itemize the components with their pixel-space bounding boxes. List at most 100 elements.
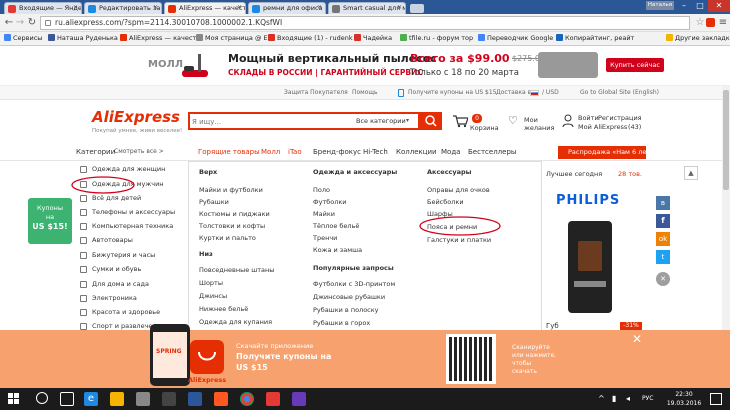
bookmark-apps[interactable]: Сервисы bbox=[4, 34, 42, 42]
flyout-link[interactable]: Шорты bbox=[199, 279, 223, 287]
heart-icon[interactable]: ♡ bbox=[508, 114, 518, 127]
bookmark-item[interactable]: tfile.ru - форум тор bbox=[400, 34, 473, 42]
file-explorer-icon[interactable] bbox=[110, 392, 124, 406]
flyout-link[interactable]: Футболки с 3D-принтом bbox=[313, 280, 395, 288]
flyout-link[interactable]: Рубашки в горох bbox=[313, 319, 370, 327]
minimize-icon[interactable]: – bbox=[676, 0, 692, 12]
extension-icon[interactable] bbox=[706, 18, 715, 27]
close-tab-icon[interactable]: ✕ bbox=[153, 4, 158, 11]
category-select[interactable]: Все категории bbox=[356, 117, 406, 125]
cart-icon[interactable] bbox=[452, 114, 468, 128]
browser-tab[interactable]: Редактировать запись < ✕ bbox=[84, 2, 162, 14]
tray-chevron-icon[interactable]: ^ bbox=[598, 394, 605, 403]
login-link[interactable]: Войти bbox=[578, 114, 599, 122]
profile-button[interactable]: Наталья bbox=[646, 1, 674, 10]
category-item[interactable]: Для дома и сада bbox=[80, 278, 180, 291]
aliexpress-logo[interactable]: AliExpress bbox=[92, 108, 180, 126]
facebook-share-icon[interactable]: f bbox=[656, 214, 670, 228]
word-icon[interactable] bbox=[188, 392, 202, 406]
wishlist-label-1[interactable]: Мои bbox=[524, 116, 538, 124]
browser-tab-active[interactable]: AliExpress — качественн ✕ bbox=[164, 2, 246, 14]
close-tab-icon[interactable]: ✕ bbox=[237, 4, 242, 11]
reload-icon[interactable]: ↻ bbox=[26, 17, 38, 29]
buyer-protection-link[interactable]: Защита Покупателя bbox=[284, 89, 348, 96]
bookmark-item[interactable]: AliExpress — качеств bbox=[120, 34, 200, 42]
category-item[interactable]: Бижутерия и часы bbox=[80, 249, 180, 262]
category-item[interactable]: Телефоны и аксессуары bbox=[80, 206, 180, 219]
language-indicator[interactable]: РУС bbox=[642, 395, 653, 402]
coupon-side-badge[interactable]: Купоны на US $15! bbox=[28, 198, 72, 244]
menu-icon[interactable]: ≡ bbox=[717, 17, 729, 29]
flyout-link[interactable]: Поло bbox=[313, 186, 330, 194]
ship-to-label[interactable]: Доставка в bbox=[496, 89, 531, 96]
coupon-link[interactable]: Получите купоны на US $15 bbox=[408, 89, 497, 96]
close-tab-icon[interactable]: ✕ bbox=[317, 4, 322, 11]
flyout-heading-accessories[interactable]: Аксессуары bbox=[427, 168, 472, 176]
nav-link-hot[interactable]: Горящие товары bbox=[198, 148, 260, 156]
bookmark-item[interactable]: Копирайтинг, реайт bbox=[556, 34, 634, 42]
category-item[interactable]: Компьютерная техника bbox=[80, 220, 180, 233]
category-item[interactable]: Автотовары bbox=[80, 234, 180, 247]
flyout-link[interactable]: Джинсы bbox=[199, 292, 227, 300]
app-icon[interactable] bbox=[292, 392, 306, 406]
close-tab-icon[interactable]: ✕ bbox=[73, 4, 78, 11]
other-bookmarks[interactable]: Другие закладки bbox=[666, 34, 730, 42]
feedback-icon[interactable]: ▲ bbox=[684, 166, 698, 180]
notifications-icon[interactable] bbox=[710, 393, 722, 405]
wishlist-label-2[interactable]: желания bbox=[524, 124, 554, 132]
close-banner-icon[interactable]: ✕ bbox=[632, 332, 642, 346]
nav-link-itao[interactable]: iTao bbox=[288, 148, 302, 156]
flyout-link[interactable]: Рубашки в полоску bbox=[313, 306, 379, 314]
help-link[interactable]: Помощь bbox=[352, 89, 378, 96]
flyout-link[interactable]: Одежда для купания bbox=[199, 318, 272, 326]
flyout-heading-clothing[interactable]: Одежда и аксессуары bbox=[313, 168, 397, 176]
promo-banner[interactable]: МОЛЛ Мощный вертикальный пылесос СКЛАДЫ … bbox=[0, 46, 730, 86]
flyout-link[interactable]: Рубашки bbox=[199, 198, 229, 206]
my-aliexpress-link[interactable]: Мой AliExpress bbox=[578, 123, 627, 131]
task-view-icon[interactable] bbox=[60, 392, 74, 406]
search-icon[interactable] bbox=[36, 392, 48, 404]
clock-date[interactable]: 19.03.2016 bbox=[664, 400, 704, 407]
flyout-link[interactable]: Кожа и замша bbox=[313, 246, 362, 254]
clock-time[interactable]: 22:30 bbox=[664, 391, 704, 398]
flyout-heading-tops[interactable]: Верх bbox=[199, 168, 217, 176]
currency-selector[interactable]: / USD bbox=[542, 89, 559, 96]
edge-icon[interactable]: e bbox=[84, 392, 98, 406]
nav-link-fashion[interactable]: Мода bbox=[441, 148, 460, 156]
search-button[interactable] bbox=[420, 112, 442, 130]
flyout-heading-popular[interactable]: Популярные запросы bbox=[313, 264, 394, 272]
flyout-heading-bottoms[interactable]: Низ bbox=[199, 250, 213, 258]
new-tab-button[interactable] bbox=[410, 4, 424, 13]
flyout-link[interactable]: Футболки bbox=[313, 198, 347, 206]
search-input[interactable] bbox=[192, 115, 342, 128]
see-all-link[interactable]: Смотреть все > bbox=[114, 148, 164, 155]
qr-code-image[interactable] bbox=[446, 334, 496, 384]
browser-tab[interactable]: Входящие — Яндекс.Почт ✕ bbox=[4, 2, 82, 14]
flyout-link[interactable]: Оправы для очков bbox=[427, 186, 490, 194]
vk-share-icon[interactable]: в bbox=[656, 196, 670, 210]
store-icon[interactable] bbox=[136, 392, 150, 406]
nav-link-mall[interactable]: Молл bbox=[261, 148, 280, 156]
flyout-link[interactable]: Костюмы и пиджаки bbox=[199, 210, 270, 218]
twitter-share-icon[interactable]: t bbox=[656, 250, 670, 264]
browser-tab[interactable]: Smart casual для мужчи ✕ bbox=[328, 2, 406, 14]
global-site-link[interactable]: Go to Global Site (English) bbox=[580, 89, 659, 96]
flyout-link[interactable]: Джинсовые рубашки bbox=[313, 293, 385, 301]
odnoklassniki-share-icon[interactable]: ok bbox=[656, 232, 670, 246]
page-scrollbar[interactable] bbox=[722, 86, 730, 330]
flyout-link[interactable]: Тёплое бельё bbox=[313, 222, 359, 230]
network-icon[interactable]: ▮ bbox=[612, 394, 616, 403]
flyout-link[interactable]: Толстовки и кофты bbox=[199, 222, 265, 230]
app-icon[interactable] bbox=[214, 392, 228, 406]
bookmark-item[interactable]: Моя страница @ EK bbox=[196, 34, 272, 42]
coffee-machine-product-image[interactable] bbox=[568, 221, 612, 313]
scrollbar-thumb[interactable] bbox=[723, 90, 729, 190]
sale-badge[interactable]: Распродажа «Нам 6 лет» bbox=[558, 146, 654, 159]
bookmark-item[interactable]: Чадейка bbox=[354, 34, 392, 42]
flyout-link[interactable]: Бейсболки bbox=[427, 198, 464, 206]
category-item[interactable]: Сумки и обувь bbox=[80, 263, 180, 276]
nav-link-bestsellers[interactable]: Бестселлеры bbox=[468, 148, 516, 156]
maximize-icon[interactable]: □ bbox=[692, 0, 708, 12]
windows-start-icon[interactable] bbox=[8, 393, 20, 405]
category-item[interactable]: Электроника bbox=[80, 292, 180, 305]
